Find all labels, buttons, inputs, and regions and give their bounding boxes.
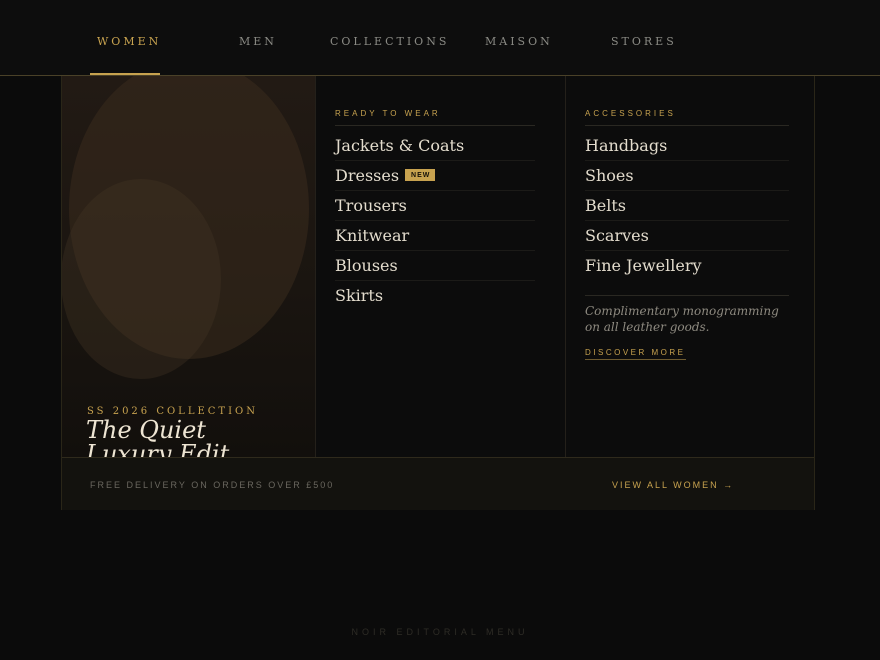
menu-footer-bar: FREE DELIVERY ON ORDERS OVER £500 VIEW A…	[62, 457, 814, 510]
hero-title-line-2: Luxury Edit	[86, 440, 230, 457]
promo-text: Complimentary monogramming on all leathe…	[585, 295, 789, 335]
menu-item-trousers[interactable]: Trousers	[335, 191, 535, 221]
menu-list: Handbags Shoes Belts Scarves Fine Jewell…	[585, 131, 789, 280]
column-heading: READY TO WEAR	[335, 109, 535, 126]
menu-item-label: Belts	[585, 196, 626, 215]
menu-item-label: Shoes	[585, 166, 634, 185]
nav-item-collections[interactable]: COLLECTIONS	[330, 35, 449, 48]
hero-image-shape-secondary	[62, 179, 221, 379]
menu-item-label: Handbags	[585, 136, 668, 155]
column-heading: ACCESSORIES	[585, 109, 789, 126]
menu-item-knitwear[interactable]: Knitwear	[335, 221, 535, 251]
menu-item-dresses[interactable]: Dresses NEW	[335, 161, 535, 191]
discover-more-link[interactable]: DISCOVER MORE	[585, 348, 686, 360]
menu-list: Jackets & Coats Dresses NEW Trousers Knit…	[335, 131, 535, 310]
menu-item-blouses[interactable]: Blouses	[335, 251, 535, 281]
free-delivery-note: FREE DELIVERY ON ORDERS OVER £500	[90, 480, 335, 490]
mega-menu-panel: SS 2026 COLLECTION The Quiet Luxury Edit…	[61, 76, 815, 510]
menu-item-scarves[interactable]: Scarves	[585, 221, 789, 251]
menu-column-ready-to-wear: READY TO WEAR Jackets & Coats Dresses NEW…	[316, 76, 566, 457]
menu-item-label: Dresses	[335, 166, 400, 185]
menu-item-label: Trousers	[335, 196, 407, 215]
top-navigation: WOMEN MEN COLLECTIONS MAISON STORES	[0, 0, 880, 76]
menu-item-label: Jackets & Coats	[335, 136, 465, 155]
active-nav-indicator	[90, 73, 160, 75]
nav-item-men[interactable]: MEN	[239, 35, 277, 48]
menu-item-handbags[interactable]: Handbags	[585, 131, 789, 161]
menu-column-accessories: ACCESSORIES Handbags Shoes Belts Scarves…	[566, 76, 814, 457]
hero-title-line-1: The Quiet	[86, 416, 206, 444]
menu-item-label: Knitwear	[335, 226, 410, 245]
new-badge: NEW	[405, 169, 436, 181]
view-all-women-link[interactable]: VIEW ALL WOMEN →	[612, 480, 734, 490]
hero-feature-card[interactable]: SS 2026 COLLECTION The Quiet Luxury Edit	[62, 76, 316, 457]
menu-item-jackets-coats[interactable]: Jackets & Coats	[335, 131, 535, 161]
menu-item-label: Blouses	[335, 256, 398, 275]
menu-item-belts[interactable]: Belts	[585, 191, 789, 221]
menu-item-shoes[interactable]: Shoes	[585, 161, 789, 191]
menu-item-skirts[interactable]: Skirts	[335, 281, 535, 310]
page-caption: NOIR EDITORIAL MENU	[351, 627, 529, 637]
menu-item-label: Scarves	[585, 226, 649, 245]
menu-item-label: Skirts	[335, 286, 384, 305]
nav-item-women[interactable]: WOMEN	[97, 35, 161, 48]
nav-item-stores[interactable]: STORES	[611, 35, 677, 48]
nav-item-maison[interactable]: MAISON	[485, 35, 553, 48]
hero-title: The Quiet Luxury Edit	[86, 418, 306, 457]
menu-item-label: Fine Jewellery	[585, 256, 702, 275]
menu-item-fine-jewellery[interactable]: Fine Jewellery	[585, 251, 789, 280]
